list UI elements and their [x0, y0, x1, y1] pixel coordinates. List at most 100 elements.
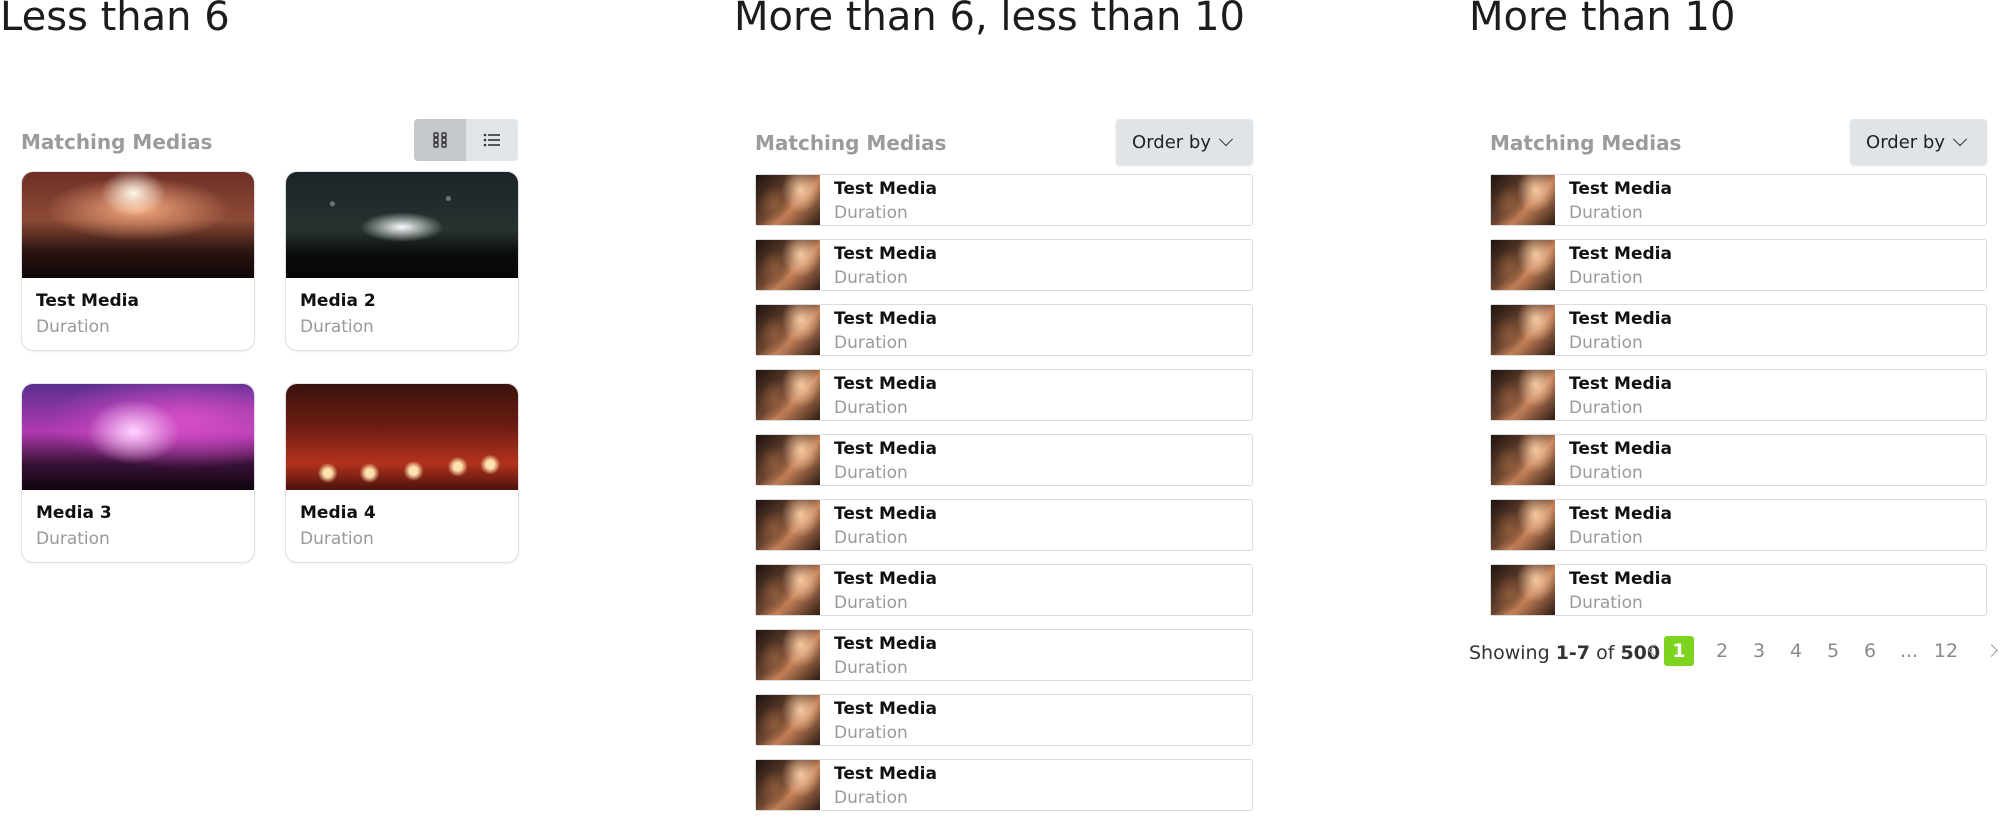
panel-heading: Matching Medias: [1490, 131, 1682, 155]
media-list-item[interactable]: Test Media Duration: [1490, 564, 1987, 616]
grid-panel: Matching Medias Test Media Duration Medi…: [21, 119, 519, 569]
order-by-label: Order by: [1866, 131, 1945, 153]
media-duration: Duration: [1569, 333, 1643, 353]
media-duration: Duration: [834, 268, 908, 288]
media-card[interactable]: Media 3 Duration: [21, 383, 255, 563]
media-thumbnail: [756, 500, 820, 550]
media-list-item[interactable]: Test Media Duration: [755, 694, 1253, 746]
media-duration: Duration: [36, 529, 110, 549]
media-list-item[interactable]: Test Media Duration: [755, 304, 1253, 356]
media-thumbnail: [756, 565, 820, 615]
pagination-ellipsis: ...: [1899, 640, 1919, 662]
order-by-button[interactable]: Order by: [1850, 119, 1987, 165]
media-thumbnail: [756, 695, 820, 745]
media-thumbnail: [286, 172, 518, 278]
media-list-item[interactable]: Test Media Duration: [755, 434, 1253, 486]
media-title: Test Media: [1569, 569, 1672, 589]
media-thumbnail: [756, 175, 820, 225]
media-duration: Duration: [834, 788, 908, 808]
media-list-item[interactable]: Test Media Duration: [755, 239, 1253, 291]
media-title: Test Media: [1569, 439, 1672, 459]
media-thumbnail: [1491, 500, 1555, 550]
media-title: Test Media: [834, 764, 937, 784]
media-card[interactable]: Media 2 Duration: [285, 171, 519, 351]
page-link[interactable]: 2: [1707, 636, 1737, 666]
media-list: Test Media Duration Test Media Duration Test…: [755, 174, 1253, 824]
media-title: Media 4: [300, 503, 376, 523]
media-list: Test Media Duration Test Media Duration Test…: [1490, 174, 1987, 629]
media-thumbnail: [756, 240, 820, 290]
media-list-item[interactable]: Test Media Duration: [755, 369, 1253, 421]
media-list-item[interactable]: Test Media Duration: [755, 629, 1253, 681]
view-toggle: [414, 119, 518, 161]
media-title: Test Media: [834, 179, 937, 199]
media-title: Test Media: [36, 291, 139, 311]
media-duration: Duration: [36, 317, 110, 337]
media-card[interactable]: Test Media Duration: [21, 171, 255, 351]
media-duration: Duration: [300, 529, 374, 549]
page-link[interactable]: 12: [1931, 636, 1961, 666]
section-title-6-to-10: More than 6, less than 10: [734, 0, 1245, 40]
list-view-button[interactable]: [466, 119, 518, 161]
media-duration: Duration: [1569, 203, 1643, 223]
page-link[interactable]: 6: [1855, 636, 1885, 666]
media-title: Test Media: [1569, 504, 1672, 524]
panel-heading: Matching Medias: [21, 130, 213, 154]
page-link[interactable]: 5: [1818, 636, 1848, 666]
media-duration: Duration: [1569, 528, 1643, 548]
media-thumbnail: [1491, 240, 1555, 290]
media-thumbnail: [756, 630, 820, 680]
media-title: Test Media: [834, 439, 937, 459]
media-duration: Duration: [300, 317, 374, 337]
grid-view-button[interactable]: [414, 119, 466, 161]
media-list-item[interactable]: Test Media Duration: [1490, 434, 1987, 486]
section-title-more-than-10: More than 10: [1469, 0, 1736, 40]
grid-view-icon: [433, 132, 447, 148]
media-thumbnail: [756, 760, 820, 810]
order-by-button[interactable]: Order by: [1116, 119, 1253, 165]
media-list-item[interactable]: Test Media Duration: [1490, 304, 1987, 356]
media-title: Test Media: [834, 504, 937, 524]
media-list-item[interactable]: Test Media Duration: [1490, 499, 1987, 551]
order-by-label: Order by: [1132, 131, 1211, 153]
page-link[interactable]: 3: [1744, 636, 1774, 666]
page-link[interactable]: 4: [1781, 636, 1811, 666]
media-thumbnail: [1491, 370, 1555, 420]
media-thumbnail: [756, 435, 820, 485]
media-list-item[interactable]: Test Media Duration: [1490, 369, 1987, 421]
media-thumbnail: [1491, 175, 1555, 225]
panel-header: Matching Medias Order by: [755, 119, 1253, 165]
list-panel-large: Matching Medias Order by Test Media Durat…: [1490, 119, 1987, 619]
page-link[interactable]: 1: [1664, 636, 1694, 666]
media-duration: Duration: [834, 463, 908, 483]
media-list-item[interactable]: Test Media Duration: [1490, 239, 1987, 291]
media-title: Test Media: [834, 244, 937, 264]
media-title: Test Media: [1569, 179, 1672, 199]
showing-prefix: Showing: [1469, 642, 1550, 664]
showing-range: 1-7: [1555, 642, 1591, 664]
media-thumbnail: [1491, 305, 1555, 355]
media-title: Test Media: [834, 699, 937, 719]
media-card[interactable]: Media 4 Duration: [285, 383, 519, 563]
media-duration: Duration: [834, 593, 908, 613]
chevron-down-icon: [1952, 132, 1968, 147]
media-thumbnail: [756, 370, 820, 420]
media-list-item[interactable]: Test Media Duration: [755, 499, 1253, 551]
media-thumbnail: [22, 384, 254, 490]
media-thumbnail: [756, 305, 820, 355]
media-duration: Duration: [1569, 463, 1643, 483]
media-list-item[interactable]: Test Media Duration: [1490, 174, 1987, 226]
showing-of: of: [1596, 642, 1615, 664]
media-duration: Duration: [1569, 268, 1643, 288]
media-title: Test Media: [834, 634, 937, 654]
media-list-item[interactable]: Test Media Duration: [755, 759, 1253, 811]
media-duration: Duration: [834, 528, 908, 548]
media-duration: Duration: [834, 398, 908, 418]
section-title-less-than-6: Less than 6: [0, 0, 230, 40]
panel-heading: Matching Medias: [755, 131, 947, 155]
media-list-item[interactable]: Test Media Duration: [755, 564, 1253, 616]
media-list-item[interactable]: Test Media Duration: [755, 174, 1253, 226]
pagination: Showing 1-7 of 500 1 2 3 4 5 6... 12: [1469, 634, 2000, 674]
next-page-icon[interactable]: [1985, 644, 1998, 657]
media-title: Media 2: [300, 291, 376, 311]
